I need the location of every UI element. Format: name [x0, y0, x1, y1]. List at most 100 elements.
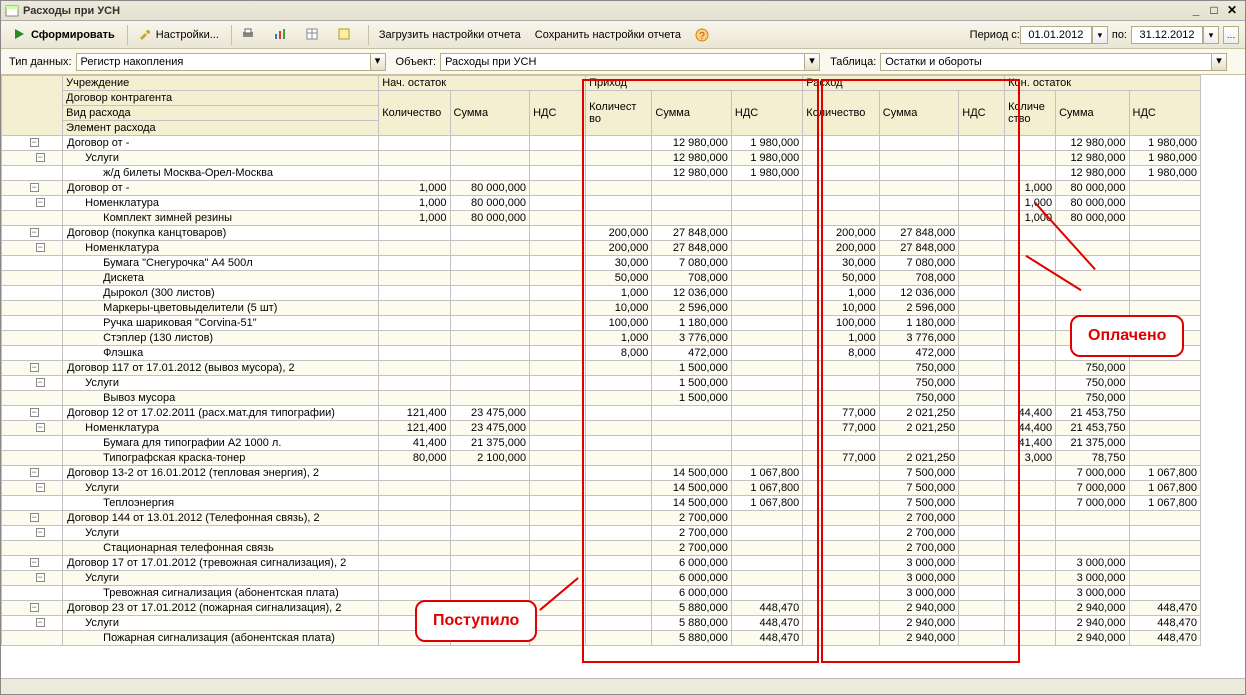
table-row[interactable]: Теплоэнергия14 500,0001 067,8007 500,000…: [2, 496, 1201, 511]
table-row[interactable]: −Номенклатура1,00080 000,0001,00080 000,…: [2, 196, 1201, 211]
table-row[interactable]: −Договор 144 от 13.01.2012 (Телефонная с…: [2, 511, 1201, 526]
tree-toggle[interactable]: −: [2, 361, 63, 376]
tree-toggle[interactable]: [2, 256, 63, 271]
tree-toggle[interactable]: [2, 451, 63, 466]
tree-toggle[interactable]: [2, 166, 63, 181]
table-row[interactable]: Бумага "Снегурочка" А4 500л30,0007 080,0…: [2, 256, 1201, 271]
tree-toggle[interactable]: [2, 631, 63, 646]
table-row[interactable]: −Договор 117 от 17.01.2012 (вывоз мусора…: [2, 361, 1201, 376]
table-row[interactable]: −Услуги2 700,0002 700,000: [2, 526, 1201, 541]
table-row[interactable]: Комплект зимней резины1,00080 000,0001,0…: [2, 211, 1201, 226]
table-row[interactable]: Дырокол (300 листов)1,00012 036,0001,000…: [2, 286, 1201, 301]
tree-toggle[interactable]: −: [2, 181, 63, 196]
maximize-button[interactable]: □: [1205, 3, 1223, 19]
cell-end_sum: 3 000,000: [1056, 556, 1129, 571]
date-to-input[interactable]: [1131, 26, 1203, 44]
tree-toggle[interactable]: [2, 286, 63, 301]
table-row[interactable]: Стационарная телефонная связь2 700,0002 …: [2, 541, 1201, 556]
horizontal-scrollbar[interactable]: [1, 678, 1245, 694]
period-more-button[interactable]: …: [1223, 26, 1239, 44]
tree-toggle[interactable]: −: [2, 421, 63, 436]
tree-toggle[interactable]: −: [2, 601, 63, 616]
tree-toggle[interactable]: [2, 346, 63, 361]
report-content[interactable]: Учреждение Нач. остаток Приход Расход Ко…: [1, 75, 1245, 678]
tree-toggle[interactable]: −: [2, 466, 63, 481]
table-row[interactable]: Ручка шариковая "Corvina-51"100,0001 180…: [2, 316, 1201, 331]
table-row[interactable]: Пожарная сигнализация (абонентская плата…: [2, 631, 1201, 646]
table-row[interactable]: −Услуги1 500,000750,000750,000: [2, 376, 1201, 391]
date-to-picker[interactable]: ▾: [1203, 26, 1219, 44]
tree-toggle[interactable]: [2, 301, 63, 316]
tree-toggle[interactable]: −: [2, 376, 63, 391]
table-row[interactable]: Типографская краска-тонер80,0002 100,000…: [2, 451, 1201, 466]
tree-toggle[interactable]: −: [2, 556, 63, 571]
chart-icon: [274, 28, 288, 42]
table-row[interactable]: −Договор 23 от 17.01.2012 (пожарная сигн…: [2, 601, 1201, 616]
tree-toggle[interactable]: −: [2, 571, 63, 586]
table-row[interactable]: Бумага для типографии А2 1000 л.41,40021…: [2, 436, 1201, 451]
tree-toggle[interactable]: [2, 496, 63, 511]
cell-out_qty: [803, 361, 879, 376]
tree-toggle[interactable]: −: [2, 616, 63, 631]
table-row[interactable]: Маркеры-цветовыделители (5 шт)10,0002 59…: [2, 301, 1201, 316]
minimize-button[interactable]: _: [1187, 3, 1205, 19]
chevron-down-icon[interactable]: ▾: [1211, 54, 1226, 70]
table-row[interactable]: −Номенклатура200,00027 848,000200,00027 …: [2, 241, 1201, 256]
table-row[interactable]: Тревожная сигнализация (абонентская плат…: [2, 586, 1201, 601]
save-settings-button[interactable]: Сохранить настройки отчета: [529, 27, 687, 43]
tree-toggle[interactable]: −: [2, 151, 63, 166]
print-button[interactable]: [236, 26, 266, 44]
table-row[interactable]: Вывоз мусора1 500,000750,000750,000: [2, 391, 1201, 406]
tree-toggle[interactable]: −: [2, 406, 63, 421]
table-row[interactable]: −Договор 12 от 17.02.2011 (расх.мат.для …: [2, 406, 1201, 421]
cell-in_sum: 2 596,000: [652, 301, 732, 316]
load-settings-button[interactable]: Загрузить настройки отчета: [373, 27, 527, 43]
table-row[interactable]: −Услуги5 880,000448,4702 940,0002 940,00…: [2, 616, 1201, 631]
tree-toggle[interactable]: −: [2, 511, 63, 526]
table-row[interactable]: −Услуги6 000,0003 000,0003 000,000: [2, 571, 1201, 586]
table-row[interactable]: Стэплер (130 листов)1,0003 776,0001,0003…: [2, 331, 1201, 346]
settings-button[interactable]: Настройки...: [132, 26, 225, 44]
table-row[interactable]: −Договор 17 от 17.01.2012 (тревожная сиг…: [2, 556, 1201, 571]
chevron-down-icon[interactable]: ▾: [370, 54, 385, 70]
object-combo[interactable]: Расходы при УСН▾: [440, 53, 820, 71]
table-combo[interactable]: Остатки и обороты▾: [880, 53, 1227, 71]
tree-toggle[interactable]: −: [2, 136, 63, 151]
tree-toggle[interactable]: −: [2, 241, 63, 256]
date-from-input[interactable]: [1020, 26, 1092, 44]
date-from-picker[interactable]: ▾: [1092, 26, 1108, 44]
table-row[interactable]: −Договор от -12 980,0001 980,00012 980,0…: [2, 136, 1201, 151]
table-row[interactable]: −Услуги14 500,0001 067,8007 500,0007 000…: [2, 481, 1201, 496]
tree-toggle[interactable]: [2, 391, 63, 406]
tree-toggle[interactable]: [2, 436, 63, 451]
table-row[interactable]: ж/д билеты Москва-Орел-Москва12 980,0001…: [2, 166, 1201, 181]
tree-toggle[interactable]: [2, 211, 63, 226]
table-row[interactable]: −Договор от -1,00080 000,0001,00080 000,…: [2, 181, 1201, 196]
table-row[interactable]: −Договор 13-2 от 16.01.2012 (тепловая эн…: [2, 466, 1201, 481]
tree-toggle[interactable]: −: [2, 226, 63, 241]
table-row[interactable]: −Договор (покупка канцтоваров)200,00027 …: [2, 226, 1201, 241]
chart-button[interactable]: [268, 26, 298, 44]
type-combo[interactable]: Регистр накопления▾: [76, 53, 386, 71]
chevron-down-icon[interactable]: ▾: [804, 54, 819, 70]
table-row[interactable]: Дискета50,000708,00050,000708,000: [2, 271, 1201, 286]
help-button[interactable]: ?: [689, 26, 719, 44]
cell-end_qty: [1005, 586, 1056, 601]
tree-toggle[interactable]: [2, 586, 63, 601]
tree-toggle[interactable]: [2, 271, 63, 286]
tree-toggle[interactable]: [2, 541, 63, 556]
run-button[interactable]: Сформировать: [7, 26, 121, 44]
grid-button[interactable]: [332, 26, 362, 44]
tree-toggle[interactable]: −: [2, 526, 63, 541]
table-button[interactable]: [300, 26, 330, 44]
table-row[interactable]: Флэшка8,000472,0008,000472,000: [2, 346, 1201, 361]
tree-toggle[interactable]: [2, 316, 63, 331]
tree-toggle[interactable]: −: [2, 481, 63, 496]
table-row[interactable]: −Номенклатура121,40023 475,00077,0002 02…: [2, 421, 1201, 436]
col-in-sum: Сумма: [652, 91, 732, 136]
tree-toggle[interactable]: [2, 331, 63, 346]
tree-toggle[interactable]: −: [2, 196, 63, 211]
cell-in_vat: [731, 541, 802, 556]
table-row[interactable]: −Услуги12 980,0001 980,00012 980,0001 98…: [2, 151, 1201, 166]
close-button[interactable]: ✕: [1223, 3, 1241, 19]
